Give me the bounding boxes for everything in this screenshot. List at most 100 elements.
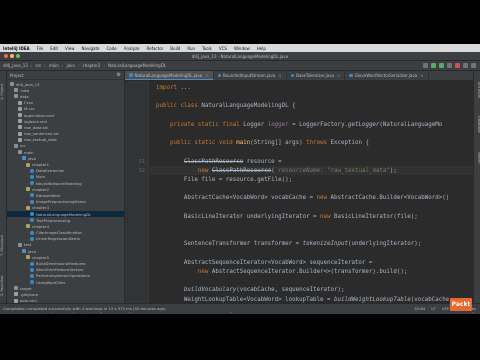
favorites-tool-tab[interactable]: 2: Favorites bbox=[0, 271, 7, 301]
breadcrumb-item[interactable]: src bbox=[35, 63, 41, 68]
menu-item[interactable]: Analyze bbox=[124, 46, 140, 51]
code-line: private static final Logger logger = Log… bbox=[169, 121, 443, 128]
tree-item-label: chapter1 bbox=[32, 162, 50, 168]
tree-item-label: UsingWord2Vec bbox=[36, 279, 66, 285]
chevron-right-icon: › bbox=[103, 63, 106, 68]
close-window-icon[interactable] bbox=[4, 54, 8, 58]
java-icon bbox=[30, 174, 34, 179]
pkg-icon bbox=[26, 162, 30, 167]
project-panel-header[interactable]: Project ⚙ bbox=[7, 71, 124, 80]
cursor-position[interactable]: 32:64 bbox=[414, 306, 425, 311]
breadcrumb-item[interactable]: main bbox=[49, 63, 59, 68]
menu-item[interactable]: Code bbox=[107, 46, 117, 51]
code-line: new ClassPathResource( resourceName: "ra… bbox=[197, 167, 397, 174]
menu-item[interactable]: Build bbox=[170, 46, 180, 51]
java-icon bbox=[30, 193, 34, 198]
menu-item[interactable]: Run bbox=[187, 46, 195, 51]
menu-item[interactable]: Refactor bbox=[147, 46, 164, 51]
java-icon bbox=[30, 168, 34, 173]
menu-item[interactable]: View bbox=[65, 46, 75, 51]
file-icon bbox=[18, 113, 22, 118]
editor-tab[interactable]: GloveWordVectorSerializer.java × bbox=[345, 71, 429, 80]
java-icon bbox=[30, 230, 34, 235]
menu-item[interactable]: Navigate bbox=[82, 46, 100, 51]
folder-icon bbox=[14, 94, 18, 99]
java-icon bbox=[30, 261, 34, 266]
breadcrumb-item[interactable]: dl4j_java_13 bbox=[3, 63, 28, 68]
breadcrumb-item[interactable]: java bbox=[66, 63, 74, 68]
menu-item[interactable]: Window bbox=[234, 46, 250, 51]
zoom-window-icon[interactable] bbox=[16, 54, 20, 58]
letterbox-top bbox=[0, 0, 480, 44]
tree-item-label: PerformingVectorOperations bbox=[36, 273, 90, 279]
breadcrumb-item[interactable]: NaturalLanguageModelingDL bbox=[108, 63, 166, 68]
folder-icon bbox=[18, 150, 22, 155]
close-icon[interactable]: × bbox=[420, 73, 423, 78]
editor-tab-label: BoundedInputStream.java bbox=[223, 73, 276, 78]
menu-item[interactable]: VCS bbox=[219, 46, 227, 51]
java-icon bbox=[30, 280, 34, 285]
close-icon[interactable]: × bbox=[337, 73, 340, 78]
maven-tool-tab[interactable]: Maven bbox=[474, 145, 480, 171]
menu-item[interactable]: Tools bbox=[202, 46, 212, 51]
coverage-icon[interactable] bbox=[447, 63, 452, 68]
letterbox-bottom bbox=[0, 314, 480, 360]
project-tool-tab[interactable]: 1: Project bbox=[0, 77, 7, 107]
folder-icon bbox=[18, 242, 22, 247]
menu-item[interactable]: IntelliJ IDEA bbox=[3, 46, 30, 51]
right-tool-strip: Ant Build Database Maven bbox=[473, 71, 480, 306]
chevron-right-icon: › bbox=[77, 63, 80, 68]
tree-item-label: raw_data.txt bbox=[24, 124, 48, 130]
stop-icon[interactable] bbox=[455, 63, 460, 68]
window-controls[interactable] bbox=[4, 54, 22, 58]
run-icon[interactable] bbox=[431, 63, 436, 68]
editor-tab-label: GloveWordVectorSerializer.java bbox=[354, 73, 418, 78]
java-class-icon bbox=[290, 73, 295, 78]
menu-item[interactable]: Edit bbox=[50, 46, 58, 51]
tree-item-label: F.csv bbox=[24, 100, 34, 106]
tree-item-label: application.conf bbox=[24, 112, 55, 118]
database-tool-tab[interactable]: Database bbox=[474, 111, 480, 137]
search-icon[interactable] bbox=[471, 63, 476, 68]
tree-item-label: data bbox=[20, 93, 29, 99]
tree-item-label: chapter5 bbox=[32, 254, 50, 260]
code-line: File file = resource.getFile(); bbox=[156, 177, 293, 183]
toolbar-icons bbox=[420, 63, 476, 68]
tree-item-label: Word2VecFeatureVectors bbox=[36, 267, 84, 273]
code-line: BasicLineIterator underlyingIterator = n… bbox=[156, 213, 418, 220]
code-line: SentenceTransformer transformer = tokeni… bbox=[156, 241, 422, 248]
build-icon[interactable] bbox=[423, 63, 428, 68]
editor-tabs: NaturalLanguageModelingDL.java × BoundedIn… bbox=[125, 71, 473, 81]
editor-tab[interactable]: NaturalLanguageModelingDL.java × bbox=[125, 71, 214, 80]
editor-gutter: 31 32 bbox=[125, 81, 149, 306]
code-line: ClassPathResource resource = bbox=[183, 158, 282, 165]
pkg-icon bbox=[26, 187, 30, 192]
structure-tool-tab[interactable]: 7: Structure bbox=[0, 231, 7, 261]
ant-build-tool-tab[interactable]: Ant Build bbox=[474, 77, 480, 103]
editor-tab[interactable]: BaseTokenizer.java × bbox=[287, 71, 346, 80]
vcs-icon[interactable] bbox=[463, 63, 468, 68]
menu-item[interactable]: File bbox=[37, 46, 44, 51]
editor-tab[interactable]: BoundedInputStream.java × bbox=[214, 71, 287, 80]
gear-icon[interactable]: ⚙ bbox=[117, 72, 121, 78]
menu-item[interactable]: Help bbox=[257, 46, 266, 51]
minimize-window-icon[interactable] bbox=[10, 54, 14, 58]
tree-item-label: chapter3 bbox=[32, 205, 50, 211]
packt-logo: Packt bbox=[450, 298, 472, 311]
navigation-bar: dl4j_java_13 › src › main › java › chapter2 › Natu… bbox=[0, 61, 480, 71]
line-separator[interactable]: LF bbox=[431, 306, 435, 311]
breadcrumb-item[interactable]: chapter2 bbox=[82, 63, 100, 68]
left-tool-strip: 1: Project 7: Structure 2: Favorites bbox=[0, 71, 7, 306]
file-icon bbox=[18, 100, 22, 105]
code-editor[interactable]: import ... public class NaturalLanguageMo… bbox=[150, 81, 473, 306]
java-icon bbox=[30, 181, 34, 186]
close-icon[interactable]: × bbox=[205, 73, 208, 78]
pkg-icon bbox=[26, 224, 30, 229]
ide-screen: IntelliJ IDEA File Edit View Navigate Code Ana… bbox=[0, 44, 480, 314]
close-icon[interactable]: × bbox=[278, 73, 281, 78]
java-icon bbox=[30, 199, 34, 204]
editor-tab-label: NaturalLanguageModelingDL.java bbox=[134, 72, 203, 78]
debug-icon[interactable] bbox=[439, 63, 444, 68]
tree-item-label: java bbox=[28, 155, 36, 161]
chevron-right-icon: › bbox=[61, 63, 64, 68]
